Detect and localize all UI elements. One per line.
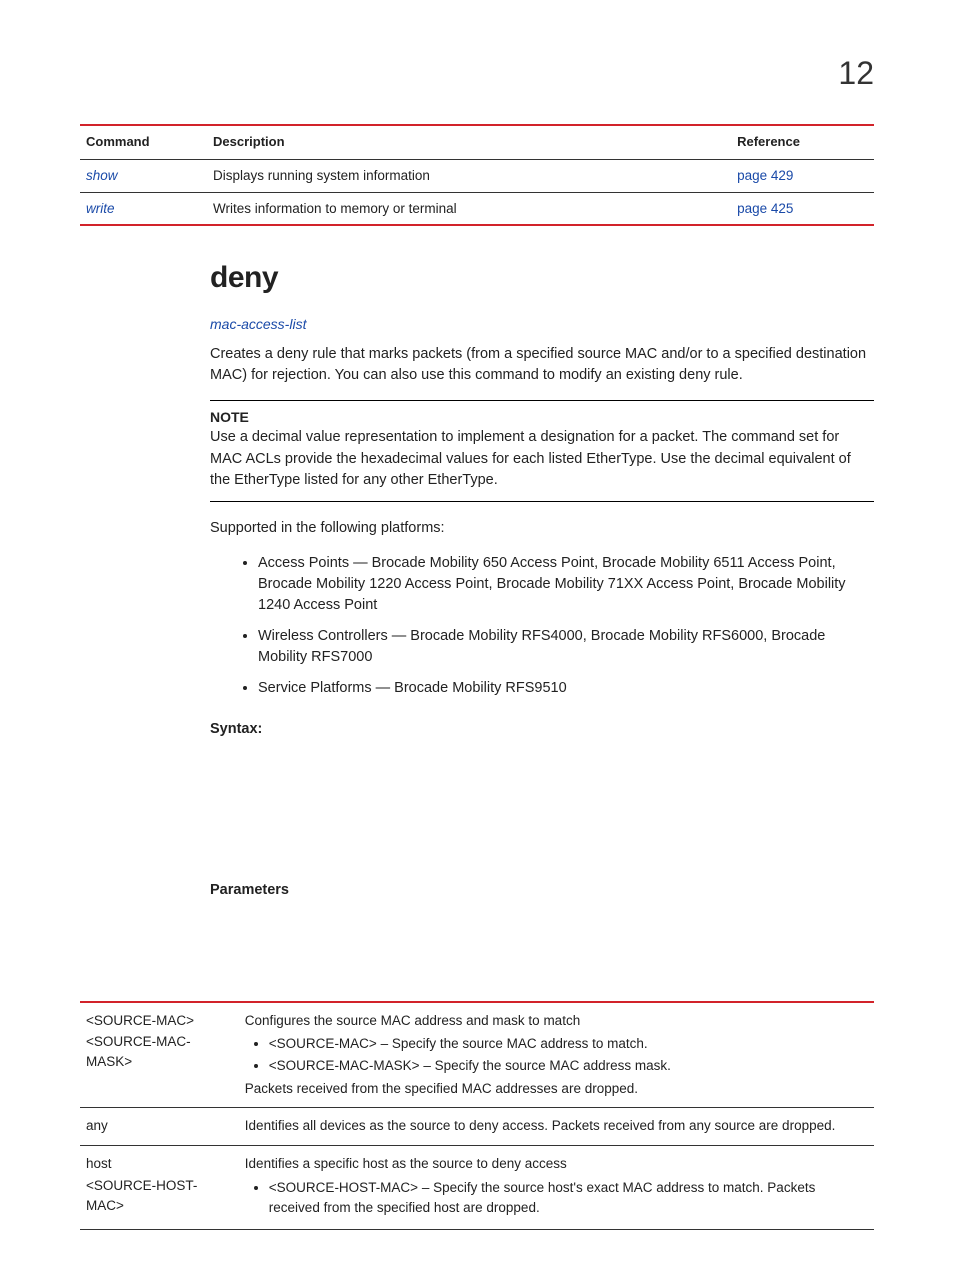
table-row: host <SOURCE-HOST-MAC> Identifies a spec…: [80, 1146, 874, 1230]
subsection-link[interactable]: mac-access-list: [210, 314, 874, 334]
supported-intro: Supported in the following platforms:: [210, 518, 874, 539]
param-description: Configures the source MAC address and ma…: [239, 1002, 874, 1108]
page-link[interactable]: page 429: [737, 168, 793, 183]
command-link-write[interactable]: write: [86, 201, 115, 216]
supported-list: Access Points — Brocade Mobility 650 Acc…: [210, 553, 874, 699]
table-row: <SOURCE-MAC> <SOURCE-MAC-MASK> Configure…: [80, 1002, 874, 1108]
header-reference: Reference: [731, 125, 874, 159]
table-row: show Displays running system information…: [80, 160, 874, 193]
command-table: Command Description Reference show Displ…: [80, 124, 874, 226]
table-row: write Writes information to memory or te…: [80, 192, 874, 225]
header-description: Description: [207, 125, 731, 159]
list-item: Access Points — Brocade Mobility 650 Acc…: [258, 553, 874, 616]
list-item: <SOURCE-MAC> – Specify the source MAC ad…: [269, 1034, 868, 1054]
list-item: <SOURCE-MAC-MASK> – Specify the source M…: [269, 1056, 868, 1076]
table-header-row: Command Description Reference: [80, 125, 874, 159]
command-link-show[interactable]: show: [86, 168, 118, 183]
note-body: Use a decimal value representation to im…: [210, 427, 874, 490]
param-description: Identifies a specific host as the source…: [239, 1146, 874, 1230]
list-item: <SOURCE-HOST-MAC> – Specify the source h…: [269, 1178, 868, 1217]
list-item: Wireless Controllers — Brocade Mobility …: [258, 626, 874, 668]
parameters-table: <SOURCE-MAC> <SOURCE-MAC-MASK> Configure…: [80, 1001, 874, 1231]
parameters-heading: Parameters: [210, 880, 874, 901]
page-link[interactable]: page 425: [737, 201, 793, 216]
header-command: Command: [80, 125, 207, 159]
param-description: Identifies all devices as the source to …: [239, 1107, 874, 1146]
param-key: <SOURCE-MAC> <SOURCE-MAC-MASK>: [80, 1002, 239, 1108]
list-item: Service Platforms — Brocade Mobility RFS…: [258, 678, 874, 699]
command-description: Displays running system information: [207, 160, 731, 193]
param-key: any: [80, 1107, 239, 1146]
note-block: NOTE Use a decimal value representation …: [210, 400, 874, 501]
note-label: NOTE: [210, 407, 874, 427]
page-number: 12: [80, 50, 874, 96]
table-row: any Identifies all devices as the source…: [80, 1107, 874, 1146]
param-key: host <SOURCE-HOST-MAC>: [80, 1146, 239, 1230]
command-description: Writes information to memory or terminal: [207, 192, 731, 225]
syntax-heading: Syntax:: [210, 719, 874, 740]
intro-paragraph: Creates a deny rule that marks packets (…: [210, 344, 874, 386]
section-title: deny: [210, 256, 874, 300]
